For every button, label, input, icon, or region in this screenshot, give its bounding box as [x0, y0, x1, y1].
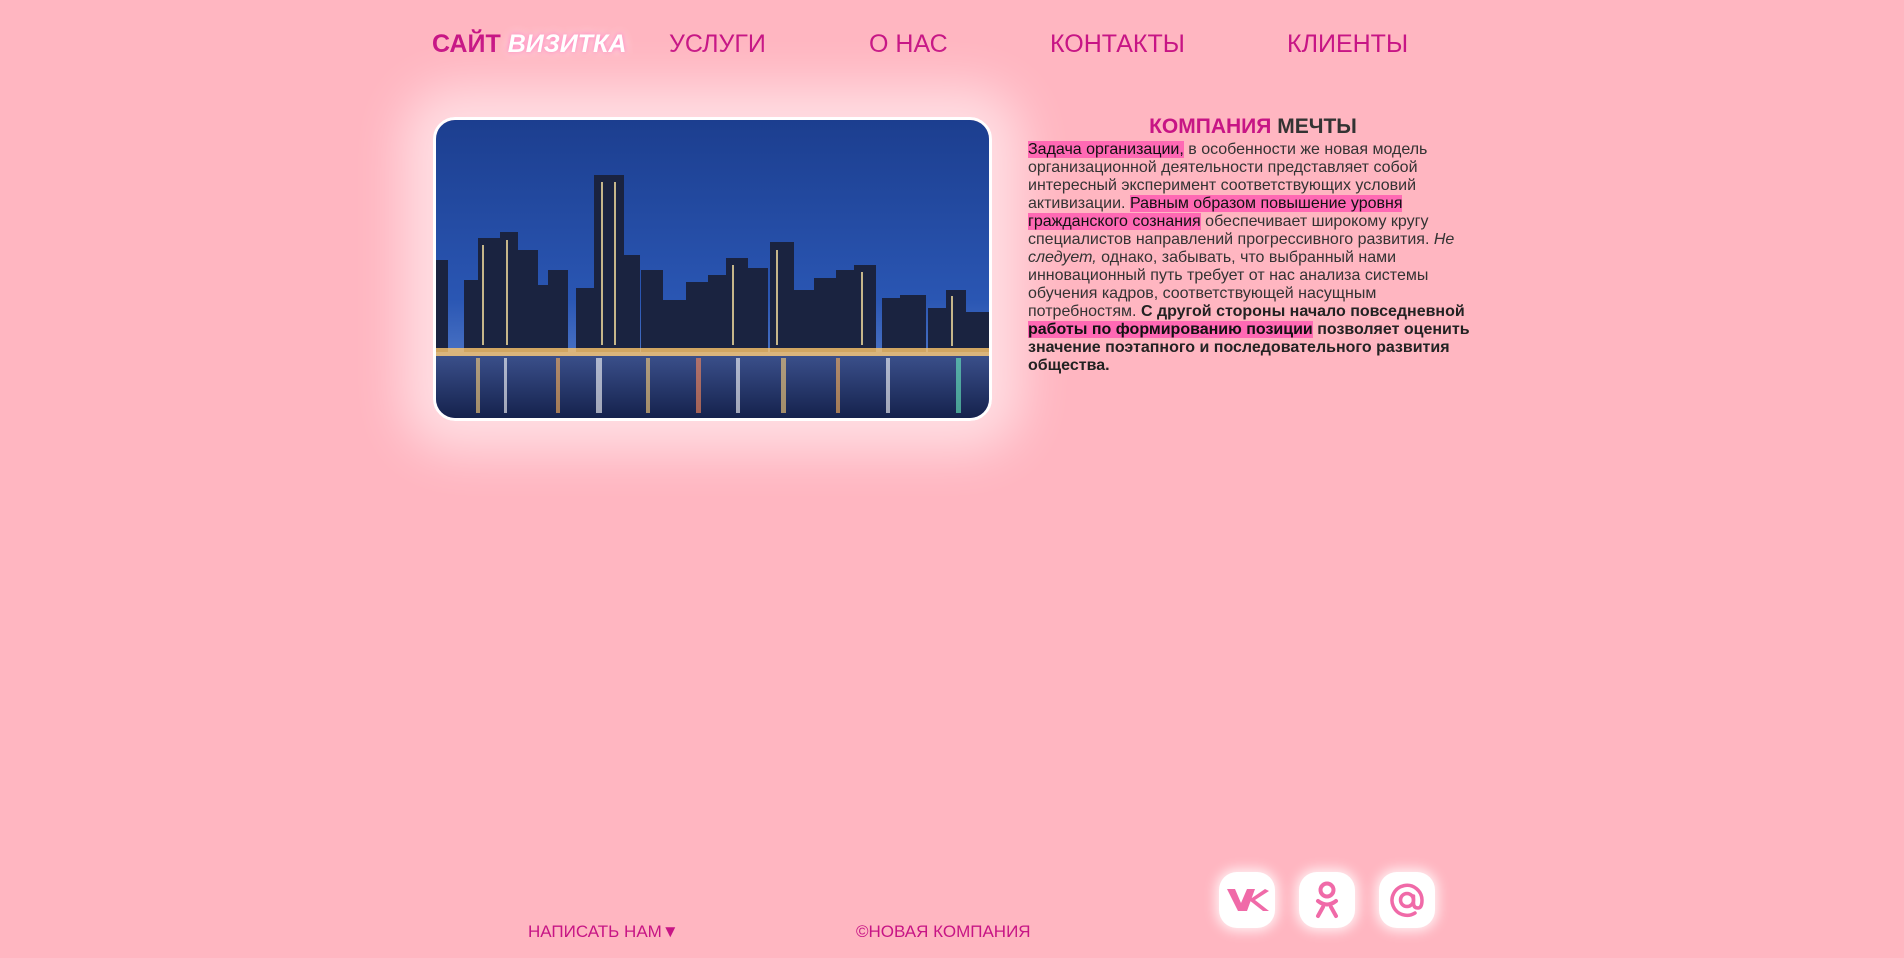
- vk-button[interactable]: [1219, 872, 1275, 928]
- odnoklassniki-icon: [1316, 881, 1338, 918]
- highlight-1: Задача организации,: [1028, 141, 1184, 158]
- article-title-part1: КОМПАНИЯ: [1149, 115, 1272, 138]
- nav-clients[interactable]: КЛИЕНТЫ: [1287, 30, 1408, 59]
- odnoklassniki-button[interactable]: [1299, 872, 1355, 928]
- article-title: КОМПАНИЯ МЕЧТЫ: [1028, 114, 1478, 140]
- vk-icon: [1227, 889, 1269, 911]
- city-skyline-photo: [433, 117, 992, 421]
- copyright: ©НОВАЯ КОМПАНИЯ: [856, 922, 1031, 941]
- nav-services[interactable]: УСЛУГИ: [669, 30, 766, 59]
- email-icon: [1390, 883, 1424, 918]
- article-text: Задача организации, в особенности же нов…: [1028, 141, 1478, 375]
- email-button[interactable]: [1379, 872, 1435, 928]
- nav-about[interactable]: О НАС: [869, 30, 948, 59]
- article-title-part2: МЕЧТЫ: [1277, 115, 1357, 138]
- bold-text: С другой стороны начало повседневной: [1140, 303, 1465, 320]
- nav-contacts[interactable]: КОНТАКТЫ: [1050, 30, 1185, 59]
- article: КОМПАНИЯ МЕЧТЫ Задача организации, в осо…: [1028, 114, 1478, 375]
- main-nav: УСЛУГИ О НАС КОНТАКТЫ КЛИЕНТЫ: [0, 30, 1904, 64]
- write-us-link[interactable]: НАПИСАТЬ НАМ▼: [528, 922, 679, 942]
- highlight-3: работы по формированию позиции: [1028, 321, 1313, 338]
